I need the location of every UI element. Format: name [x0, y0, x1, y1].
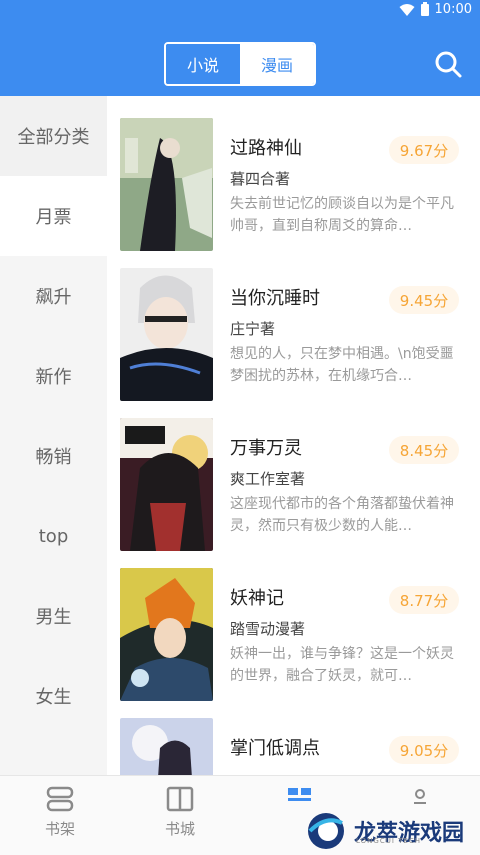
book-author: 暮四合著: [230, 170, 291, 188]
watermark-subtext: LONGCUI TECH: [356, 837, 421, 845]
book-description: 想见的人，只在梦中相遇。\n饱受噩梦困扰的苏林，在机缘巧合…: [230, 346, 454, 384]
battery-icon: [420, 2, 429, 16]
search-icon: [435, 51, 462, 78]
book-cover: [120, 118, 213, 251]
list-item[interactable]: 过路神仙 9.67分 暮四合著 失去前世记忆的顾谈自以为是个平凡帅哥，直到自称周…: [107, 96, 480, 251]
book-cover: [120, 568, 213, 701]
score-badge: 9.45分: [389, 286, 459, 314]
score-badge: 9.05分: [389, 736, 459, 764]
list-item[interactable]: 当你沉睡时 9.45分 庄宁著 想见的人，只在梦中相遇。\n饱受噩梦困扰的苏林，…: [107, 246, 480, 401]
sidebar-item-all[interactable]: 全部分类: [0, 96, 107, 176]
category-icon: [288, 788, 311, 801]
list-item[interactable]: 万事万灵 8.45分 爽工作室著 这座现代都市的各个角落都蛰伏着神灵，然而只有极…: [107, 396, 480, 551]
tab-book-city[interactable]: 书城: [140, 786, 220, 846]
book-description: 妖神一出，谁与争锋？这是一个妖灵的世界，融合了妖灵，就可…: [230, 646, 454, 684]
sidebar-item-monthly-ticket[interactable]: 月票: [0, 176, 107, 256]
profile-icon: [414, 789, 426, 804]
content-type-switcher: 小说 漫画: [164, 42, 316, 86]
book-title: 过路神仙: [230, 138, 302, 159]
book-cover: [120, 268, 213, 401]
score-badge: 8.45分: [389, 436, 459, 464]
book-description: 失去前世记忆的顾谈自以为是个平凡帅哥，直到自称周爻的算命…: [230, 196, 454, 234]
status-bar: 10:00: [0, 0, 480, 20]
search-button[interactable]: [432, 48, 464, 80]
tab-novel[interactable]: 小说: [166, 44, 240, 84]
book-title: 掌门低调点: [230, 738, 320, 759]
tab-comic[interactable]: 漫画: [240, 44, 314, 84]
sidebar-item-female[interactable]: 女生: [0, 656, 107, 736]
book-author: 踏雪动漫著: [230, 620, 306, 638]
score-badge: 9.67分: [389, 136, 459, 164]
watermark-logo: 龙萃游戏园 LONGCUI TECH: [304, 806, 480, 855]
app-header: 10:00 小说 漫画: [0, 0, 480, 96]
sidebar-item-top[interactable]: top: [0, 496, 107, 576]
book-author: 庄宁著: [230, 320, 276, 338]
score-badge: 8.77分: [389, 586, 459, 614]
status-time: 10:00: [434, 2, 472, 17]
book-title: 万事万灵: [230, 438, 302, 459]
book-list: 过路神仙 9.67分 暮四合著 失去前世记忆的顾谈自以为是个平凡帅哥，直到自称周…: [107, 96, 480, 775]
bookshelf-icon: [46, 786, 74, 812]
logo-icon: [308, 812, 344, 849]
book-title: 当你沉睡时: [230, 288, 320, 309]
sidebar-item-male[interactable]: 男生: [0, 576, 107, 656]
category-sidebar: 全部分类 月票 飙升 新作 畅销 top 男生 女生: [0, 96, 107, 775]
sidebar-item-rising[interactable]: 飙升: [0, 256, 107, 336]
book-cover: [120, 718, 213, 775]
tab-label: 书架: [44, 820, 75, 838]
list-item[interactable]: 掌门低调点 9.05分: [107, 696, 480, 775]
tab-label: 书城: [164, 820, 195, 838]
list-item[interactable]: 妖神记 8.77分 踏雪动漫著 妖神一出，谁与争锋？这是一个妖灵的世界，融合了妖…: [107, 546, 480, 701]
book-description: 这座现代都市的各个角落都蛰伏着神灵，然而只有极少数的人能…: [230, 496, 454, 534]
book-city-icon: [166, 786, 194, 812]
book-title: 妖神记: [230, 588, 284, 609]
book-cover: [120, 418, 213, 551]
sidebar-item-bestselling[interactable]: 畅销: [0, 416, 107, 496]
sidebar-item-new[interactable]: 新作: [0, 336, 107, 416]
tab-bookshelf[interactable]: 书架: [20, 786, 100, 846]
wifi-icon: [399, 3, 415, 16]
book-author: 爽工作室著: [230, 470, 306, 488]
